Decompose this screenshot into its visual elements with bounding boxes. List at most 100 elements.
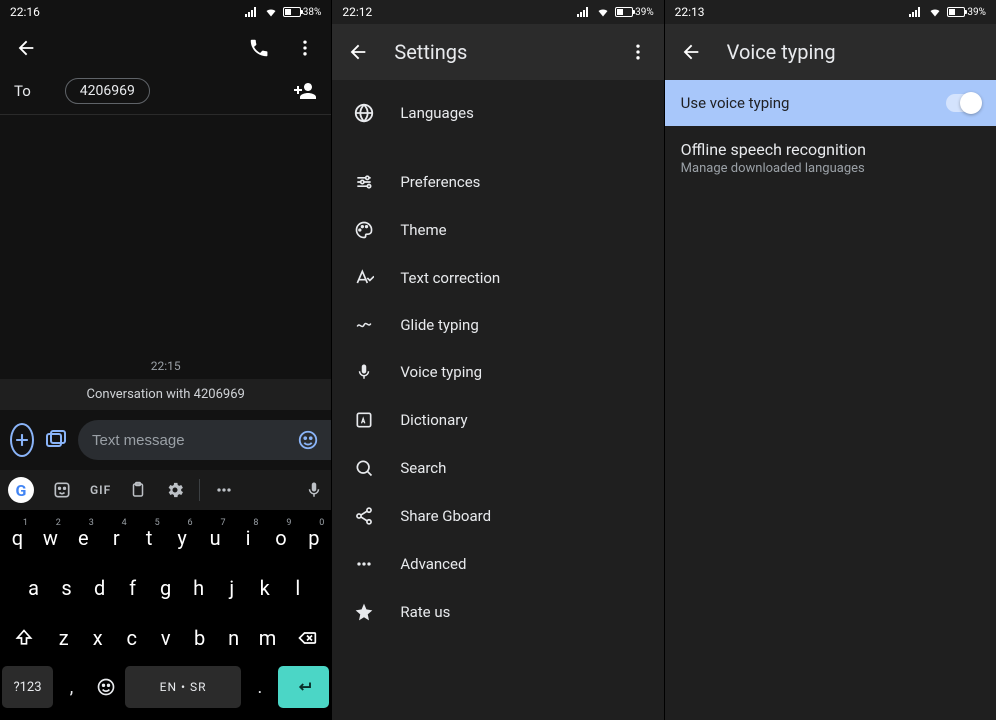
period-key[interactable]: . xyxy=(243,666,276,708)
key-b[interactable]: b xyxy=(184,616,216,660)
gif-button[interactable]: GIF xyxy=(90,483,111,497)
settings-item-preferences[interactable]: Preferences xyxy=(332,158,663,206)
status-bar: 22:16 38% xyxy=(0,0,331,24)
key-u[interactable]: 7u xyxy=(200,516,231,560)
key-s[interactable]: s xyxy=(51,566,82,610)
settings-item-share-gboard[interactable]: Share Gboard xyxy=(332,492,663,540)
recipient-chip[interactable]: 4206969 xyxy=(65,78,150,104)
settings-item-glide-typing[interactable]: Glide typing xyxy=(332,302,663,348)
key-v[interactable]: v xyxy=(150,616,182,660)
conversation-banner: Conversation with 4206969 xyxy=(0,379,331,410)
google-logo-icon[interactable]: G xyxy=(8,477,34,503)
key-w[interactable]: 2w xyxy=(35,516,66,560)
key-c[interactable]: c xyxy=(116,616,148,660)
key-g[interactable]: g xyxy=(150,566,181,610)
settings-item-label: Languages xyxy=(400,104,474,122)
settings-item-search[interactable]: Search xyxy=(332,444,663,492)
settings-item-label: Rate us xyxy=(400,603,450,621)
dict-icon xyxy=(352,410,376,430)
emoji-key[interactable] xyxy=(90,666,123,708)
key-q[interactable]: 1q xyxy=(2,516,33,560)
settings-item-label: Preferences xyxy=(400,173,480,191)
keyboard-mic-icon[interactable] xyxy=(305,480,323,500)
phone-messages: 22:16 38% xyxy=(0,0,332,720)
symbols-key[interactable]: ?123 xyxy=(2,666,53,708)
battery-indicator: 39% xyxy=(615,7,654,18)
setting-title: Offline speech recognition xyxy=(681,140,980,159)
key-k[interactable]: k xyxy=(249,566,280,610)
settings-item-label: Search xyxy=(400,459,446,477)
add-contact-icon[interactable] xyxy=(293,79,317,103)
key-d[interactable]: d xyxy=(84,566,115,610)
settings-item-dictionary[interactable]: Dictionary xyxy=(332,396,663,444)
settings-item-advanced[interactable]: Advanced xyxy=(332,540,663,588)
key-j[interactable]: j xyxy=(216,566,247,610)
status-time: 22:12 xyxy=(342,5,372,19)
key-a[interactable]: a xyxy=(18,566,49,610)
back-icon[interactable] xyxy=(346,40,370,64)
message-input-wrap xyxy=(78,420,332,460)
key-t[interactable]: 5t xyxy=(134,516,165,560)
sticker-icon[interactable] xyxy=(52,480,72,500)
key-m[interactable]: m xyxy=(252,616,284,660)
status-icons: 39% xyxy=(577,6,654,18)
key-o[interactable]: 9o xyxy=(265,516,296,560)
phone-voice-typing: 22:13 39% Voice typing Use voice typing … xyxy=(665,0,996,720)
battery-indicator: 39% xyxy=(947,7,986,18)
settings-item-voice-typing[interactable]: Voice typing xyxy=(332,348,663,396)
shift-key[interactable] xyxy=(2,616,46,660)
back-icon[interactable] xyxy=(679,40,703,64)
star-icon xyxy=(352,602,376,622)
gallery-button[interactable] xyxy=(44,423,68,457)
key-i[interactable]: 8i xyxy=(233,516,264,560)
compose-bar xyxy=(0,410,331,470)
settings-item-theme[interactable]: Theme xyxy=(332,206,663,254)
use-voice-typing-toggle[interactable]: Use voice typing xyxy=(665,80,996,126)
wifi-icon xyxy=(927,6,943,18)
wifi-icon xyxy=(595,6,611,18)
app-bar xyxy=(0,24,331,72)
more-icon[interactable] xyxy=(626,40,650,64)
battery-indicator: 38% xyxy=(283,7,322,18)
setting-subtitle: Manage downloaded languages xyxy=(681,161,980,176)
key-h[interactable]: h xyxy=(183,566,214,610)
message-input[interactable] xyxy=(92,432,291,449)
conversation-area: 22:15 Conversation with 4206969 xyxy=(0,115,331,410)
page-title: Settings xyxy=(394,40,601,64)
enter-key[interactable] xyxy=(278,666,329,708)
toolbar-more-icon[interactable] xyxy=(214,480,234,500)
key-p[interactable]: 0p xyxy=(298,516,329,560)
key-e[interactable]: 3e xyxy=(68,516,99,560)
comma-key[interactable]: , xyxy=(55,666,88,708)
key-f[interactable]: f xyxy=(117,566,148,610)
back-icon[interactable] xyxy=(14,36,38,60)
key-n[interactable]: n xyxy=(218,616,250,660)
offline-speech-item[interactable]: Offline speech recognition Manage downlo… xyxy=(665,126,996,190)
signal-icon xyxy=(909,7,923,17)
key-l[interactable]: l xyxy=(282,566,313,610)
settings-gear-icon[interactable] xyxy=(165,480,185,500)
settings-item-rate-us[interactable]: Rate us xyxy=(332,588,663,636)
emoji-icon[interactable] xyxy=(295,427,321,453)
keyboard-toolbar: G GIF xyxy=(0,470,331,510)
settings-item-label: Text correction xyxy=(400,269,500,287)
more-icon[interactable] xyxy=(293,36,317,60)
settings-item-text-correction[interactable]: Text correction xyxy=(332,254,663,302)
app-bar: Voice typing xyxy=(665,24,996,80)
key-x[interactable]: x xyxy=(82,616,114,660)
call-icon[interactable] xyxy=(247,36,271,60)
space-key[interactable]: EN • SR xyxy=(125,666,242,708)
phone-settings: 22:12 39% Settings Languages Preferences T… xyxy=(332,0,664,720)
attach-button[interactable] xyxy=(10,423,34,457)
settings-item-languages[interactable]: Languages xyxy=(332,88,663,138)
key-r[interactable]: 4r xyxy=(101,516,132,560)
key-y[interactable]: 6y xyxy=(167,516,198,560)
key-z[interactable]: z xyxy=(48,616,80,660)
settings-item-label: Advanced xyxy=(400,555,466,573)
status-icons: 38% xyxy=(245,6,322,18)
switch-on-icon xyxy=(946,94,980,112)
backspace-key[interactable] xyxy=(286,616,330,660)
clipboard-icon[interactable] xyxy=(129,480,147,500)
app-bar: Settings xyxy=(332,24,663,80)
mic-icon[interactable] xyxy=(325,427,332,453)
